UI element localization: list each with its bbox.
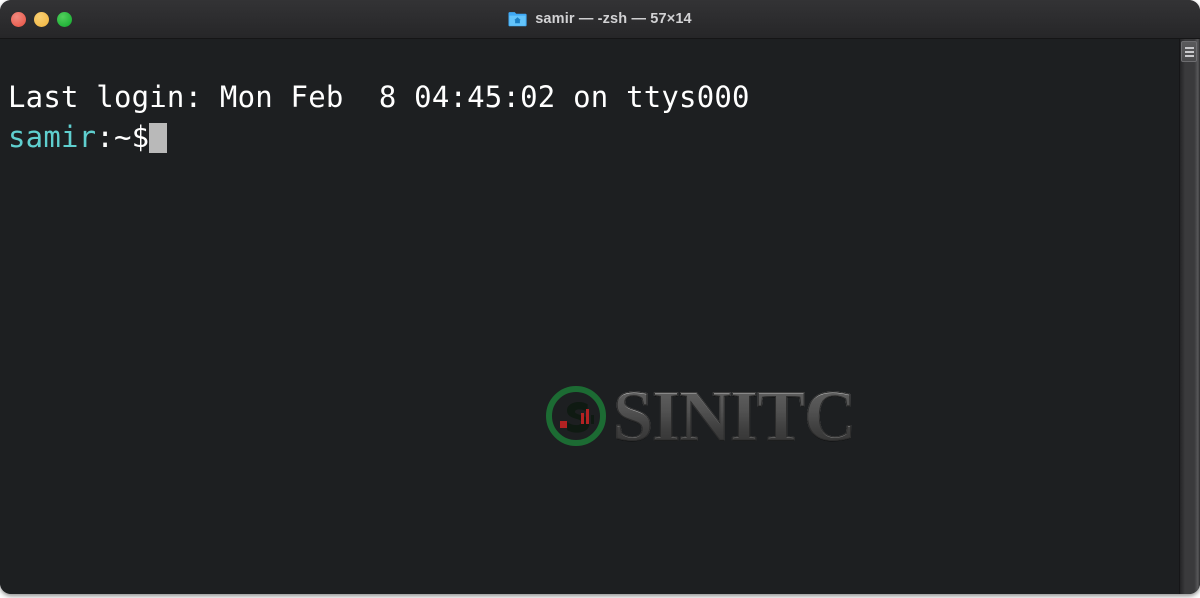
terminal-output: Last login: Mon Feb 8 04:45:02 on ttys00…	[8, 77, 750, 237]
watermark: SINITC	[545, 376, 857, 456]
minimize-button[interactable]	[34, 11, 49, 27]
scrollbar-thumb[interactable]	[1181, 41, 1197, 62]
screen-root: samir — -zsh — 57×14 Last login: Mon Feb…	[0, 0, 1200, 598]
prompt-user: samir	[8, 120, 97, 154]
window-titlebar[interactable]: samir — -zsh — 57×14	[0, 0, 1200, 39]
window-title: samir — -zsh — 57×14	[535, 11, 692, 27]
window-title-group: samir — -zsh — 57×14	[0, 0, 1200, 38]
watermark-text: SINITC	[612, 376, 856, 456]
terminal-window: samir — -zsh — 57×14 Last login: Mon Feb…	[0, 0, 1200, 594]
home-folder-icon	[508, 11, 527, 27]
maximize-button[interactable]	[57, 11, 72, 27]
prompt-separator: :~$	[96, 120, 150, 154]
close-button[interactable]	[11, 11, 26, 27]
terminal-line-last-login: Last login: Mon Feb 8 04:45:02 on ttys00…	[8, 80, 750, 114]
sinitc-logo-icon	[545, 385, 607, 447]
text-cursor[interactable]	[149, 123, 168, 153]
terminal-prompt-line: samir:~$	[8, 117, 168, 157]
window-controls	[11, 0, 72, 38]
vertical-scrollbar[interactable]	[1179, 39, 1200, 594]
terminal-body[interactable]: Last login: Mon Feb 8 04:45:02 on ttys00…	[0, 39, 1200, 594]
